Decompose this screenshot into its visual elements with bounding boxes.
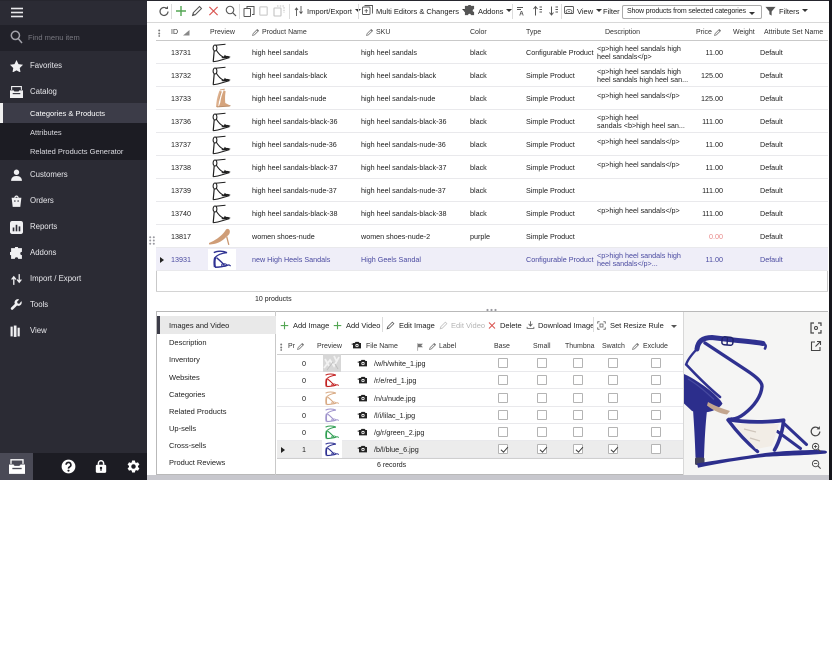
svg-text:A: A	[519, 11, 524, 18]
